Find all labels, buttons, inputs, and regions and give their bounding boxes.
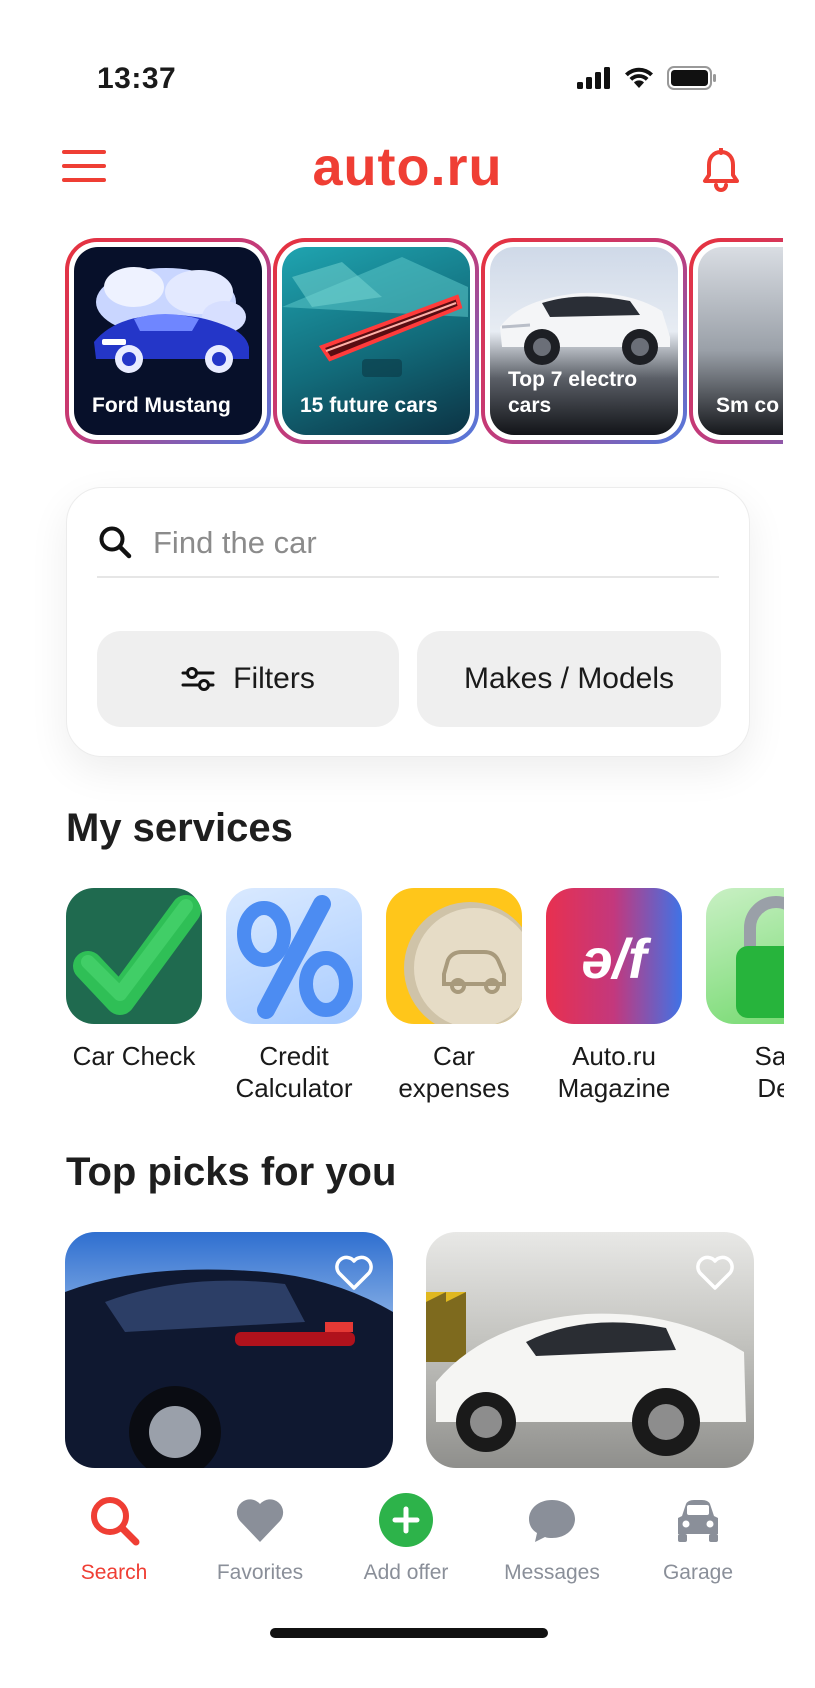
tab-add-offer[interactable]: Add offer <box>336 1492 476 1585</box>
search-icon <box>99 526 132 559</box>
status-icons <box>577 66 717 90</box>
service-label: Car expenses <box>398 1041 510 1103</box>
service-label: Saf De <box>754 1041 784 1103</box>
notifications-button[interactable] <box>701 147 745 194</box>
search-card: Filters Makes / Models <box>66 487 750 757</box>
story-image: 15 future cars <box>282 247 470 435</box>
service-label: Auto.ru Magazine <box>557 1041 671 1103</box>
services-title: My services <box>66 806 293 850</box>
story-future-cars[interactable]: 15 future cars <box>273 238 479 444</box>
brand-logo: auto.ru <box>312 137 503 197</box>
pick-card[interactable] <box>426 1232 754 1468</box>
wifi-icon <box>625 67 653 88</box>
story-image: Ford Mustang <box>74 247 262 435</box>
story-image: Top 7 electro cars <box>490 247 678 435</box>
picks-carousel[interactable] <box>65 1232 785 1468</box>
story-title: Sm co <box>716 394 780 417</box>
tab-bar: Search Favorites Add offer Messages Gara… <box>0 1468 815 1628</box>
sliders-icon <box>181 667 215 691</box>
tab-search[interactable]: Search <box>44 1492 184 1585</box>
percent-icon <box>226 888 362 1024</box>
checkmark-icon <box>66 888 202 1024</box>
service-credit-calculator[interactable]: Credit Calculator <box>214 888 374 1104</box>
filters-button[interactable]: Filters <box>97 631 399 727</box>
magazine-logo-icon: ə/f <box>546 888 682 1024</box>
makes-models-label: Makes / Models <box>463 662 675 695</box>
home-indicator <box>270 1628 548 1638</box>
bell-icon <box>703 147 739 192</box>
service-safe-deal[interactable]: Saf De <box>694 888 784 1104</box>
search-icon <box>91 1497 140 1546</box>
status-bar: 13:37 <box>0 0 815 120</box>
favorite-heart-icon[interactable] <box>694 1252 736 1292</box>
car-icon <box>678 1500 718 1542</box>
tab-messages[interactable]: Messages <box>482 1492 622 1585</box>
heart-icon <box>236 1499 284 1542</box>
service-car-expenses[interactable]: Car expenses <box>374 888 534 1104</box>
pick-card[interactable] <box>65 1232 393 1468</box>
search-buttons: Filters Makes / Models <box>97 631 721 727</box>
lock-icon <box>706 888 784 1024</box>
story-ford-mustang[interactable]: Ford Mustang <box>65 238 271 444</box>
picks-title: Top picks for you <box>66 1150 397 1194</box>
story-image: Sm co <box>698 247 783 435</box>
plus-circle-icon <box>379 1493 433 1547</box>
cellular-signal-icon <box>577 67 610 89</box>
story-partial[interactable]: Sm co <box>689 238 783 444</box>
search-input[interactable] <box>153 518 713 568</box>
service-car-check[interactable]: Car Check <box>66 888 214 1072</box>
favorite-heart-icon[interactable] <box>333 1252 375 1292</box>
services-carousel[interactable]: Car Check Credit Calculator Car expenses… <box>66 888 784 1118</box>
service-label: Credit Calculator <box>235 1041 353 1103</box>
story-title: 15 future cars <box>300 394 438 417</box>
stories-carousel[interactable]: Ford Mustang 15 future cars Top 7 electr… <box>65 238 783 448</box>
service-auto-ru-magazine[interactable]: ə/f Auto.ru Magazine <box>534 888 694 1104</box>
tab-garage[interactable]: Garage <box>628 1492 768 1585</box>
filters-label: Filters <box>233 662 315 695</box>
story-title: Top 7 electro cars <box>508 368 638 417</box>
search-row <box>97 518 719 578</box>
makes-models-button[interactable]: Makes / Models <box>417 631 721 727</box>
coin-icon <box>386 888 522 1024</box>
status-time: 13:37 <box>97 62 177 95</box>
story-title: Ford Mustang <box>92 394 231 417</box>
chat-bubble-icon <box>529 1500 575 1542</box>
battery-icon <box>667 66 716 90</box>
service-label: Car Check <box>72 1041 196 1071</box>
story-top-electro-cars[interactable]: Top 7 electro cars <box>481 238 687 444</box>
app-header: auto.ru <box>0 130 815 210</box>
tab-favorites[interactable]: Favorites <box>190 1492 330 1585</box>
